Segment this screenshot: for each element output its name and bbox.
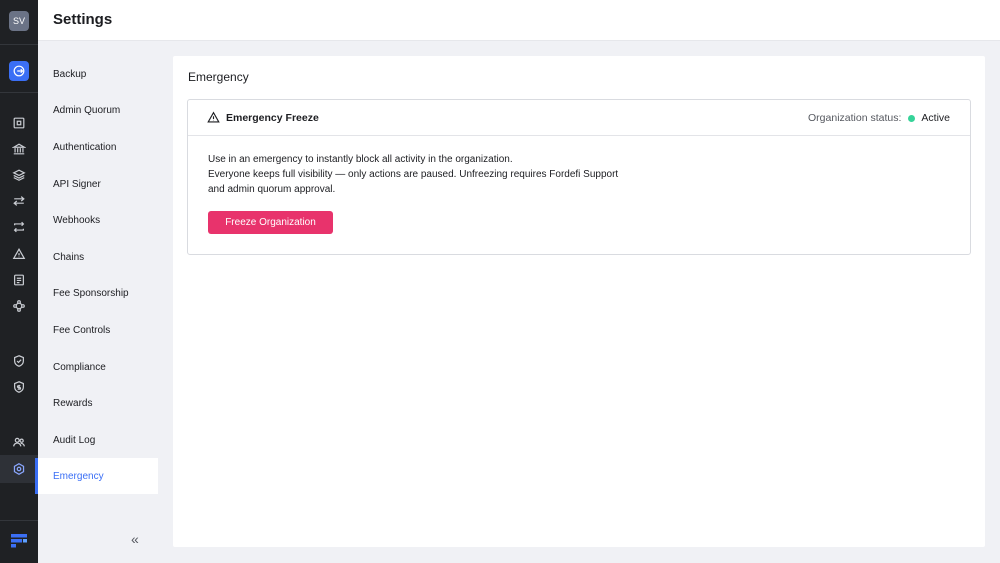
status-dot [908, 114, 916, 122]
settings-nav-webhooks[interactable]: Webhooks [38, 202, 158, 238]
settings-nav-fee-controls[interactable]: Fee Controls [38, 312, 158, 348]
shield-dollar-icon[interactable] [11, 379, 27, 395]
settings-nav-api-signer[interactable]: API Signer [38, 166, 158, 202]
network-icon[interactable] [11, 298, 27, 314]
description-line: Use in an emergency to instantly block a… [208, 154, 513, 165]
settings-nav-rewards[interactable]: Rewards [38, 385, 158, 421]
freeze-organization-button[interactable]: Freeze Organization [208, 211, 333, 234]
dashboard-icon[interactable] [11, 115, 27, 131]
settings-nav-compliance[interactable]: Compliance [38, 349, 158, 385]
status-value: Active [921, 112, 950, 124]
top-header: Settings [38, 0, 1000, 41]
collapse-sidebar-button[interactable]: « [131, 531, 139, 547]
description-line: Everyone keeps full visibility — only ac… [208, 169, 619, 180]
main-panel: Emergency Emergency Freeze Organization … [173, 56, 985, 547]
settings-nav-emergency[interactable]: Emergency [35, 458, 158, 494]
avatar[interactable]: SV [9, 11, 29, 31]
layers-icon[interactable] [11, 167, 27, 183]
settings-nav-admin-quorum[interactable]: Admin Quorum [38, 92, 158, 128]
warning-icon [207, 111, 220, 124]
document-icon[interactable] [11, 272, 27, 288]
status-label: Organization status: [808, 112, 902, 124]
switch-org-icon[interactable] [9, 61, 29, 81]
card-title: Emergency Freeze [226, 112, 319, 124]
icon-rail: SV [0, 0, 38, 563]
swap-icon[interactable] [11, 219, 27, 235]
users-icon[interactable] [11, 434, 27, 450]
shield-check-icon[interactable] [11, 353, 27, 369]
settings-nav-authentication[interactable]: Authentication [38, 129, 158, 165]
emergency-freeze-card: Emergency Freeze Organization status: Ac… [187, 99, 971, 255]
page-title: Settings [53, 11, 113, 28]
transfer-icon[interactable] [11, 193, 27, 209]
section-heading: Emergency [188, 70, 249, 84]
organization-status: Organization status: Active [808, 112, 950, 124]
settings-nav-audit-log[interactable]: Audit Log [38, 422, 158, 458]
description-line: and admin quorum approval. [208, 184, 336, 195]
alert-icon[interactable] [11, 246, 27, 262]
settings-nav-backup[interactable]: Backup [38, 56, 158, 92]
settings-nav-fee-sponsorship[interactable]: Fee Sponsorship [38, 275, 158, 311]
bank-icon[interactable] [11, 141, 27, 157]
card-description: Use in an emergency to instantly block a… [208, 152, 618, 197]
rail-divider [0, 92, 38, 93]
settings-icon[interactable] [11, 461, 27, 477]
card-header: Emergency Freeze Organization status: Ac… [188, 100, 970, 136]
settings-nav-chains[interactable]: Chains [38, 239, 158, 275]
fordefi-logo-icon[interactable] [11, 533, 27, 549]
rail-divider [0, 44, 38, 45]
rail-divider [0, 520, 38, 521]
settings-nav: Backup Admin Quorum Authentication API S… [35, 41, 163, 563]
